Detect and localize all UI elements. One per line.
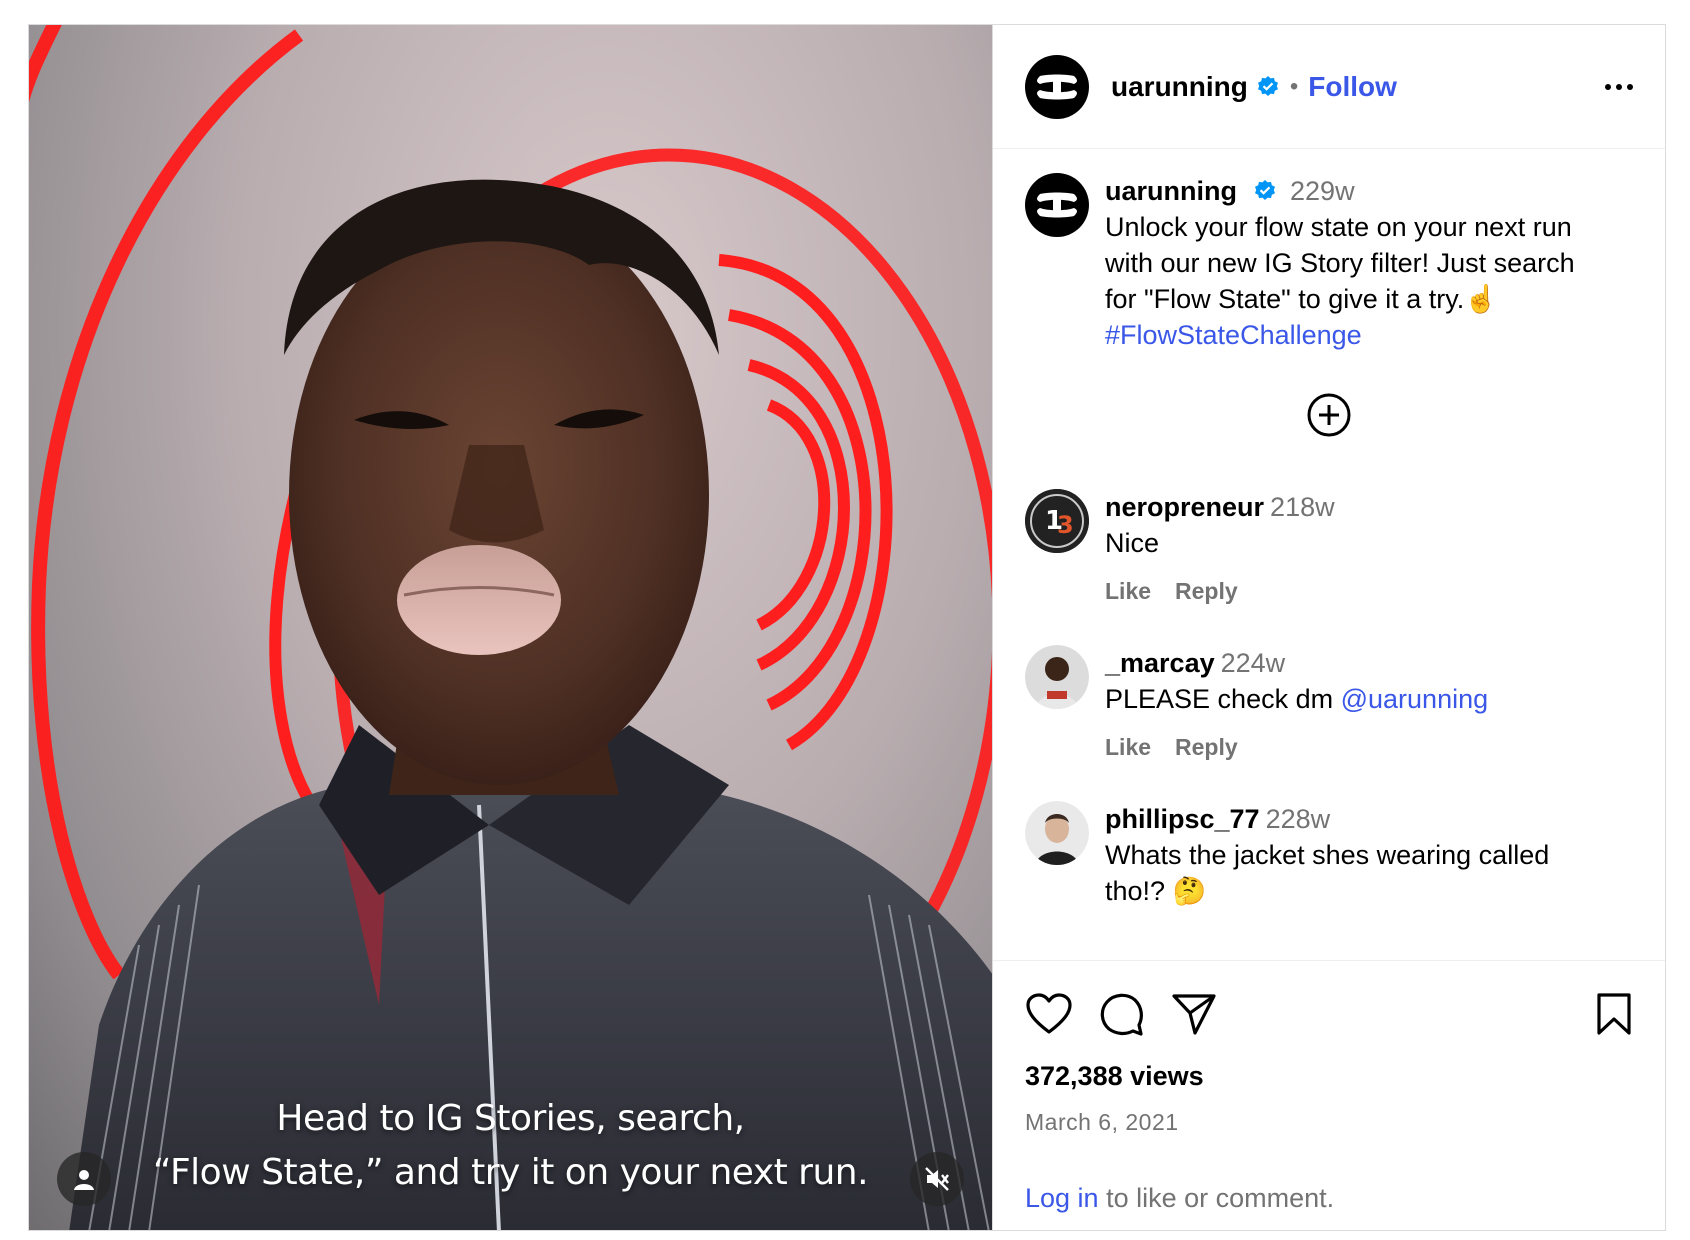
avatar[interactable] [1025, 645, 1089, 709]
share-button[interactable] [1171, 992, 1217, 1036]
reply-button[interactable]: Reply [1175, 573, 1238, 609]
caption-text: with our new IG Story filter! Just searc… [1105, 248, 1575, 278]
avatar[interactable]: 1 3 [1025, 489, 1089, 553]
share-icon [1172, 994, 1216, 1035]
comment-time[interactable]: 218w [1270, 492, 1335, 522]
mute-icon [925, 1167, 949, 1191]
like-button[interactable] [1025, 992, 1073, 1036]
like-comment-button[interactable]: Like [1105, 573, 1151, 609]
video-caption: Head to IG Stories, search, “Flow State,… [29, 1092, 992, 1200]
video-caption-line: “Flow State,” and try it on your next ru… [152, 1152, 869, 1193]
video-caption-line: Head to IG Stories, search, [276, 1098, 745, 1139]
author-username[interactable]: uarunning [1111, 71, 1248, 103]
like-comment-button[interactable]: Like [1105, 729, 1151, 765]
comment-text: PLEASE check dm [1105, 684, 1341, 714]
caption-text: for "Flow State" to give it a try.☝️ [1105, 284, 1498, 314]
tagged-users-button[interactable] [57, 1152, 111, 1206]
comment-icon [1100, 993, 1143, 1036]
comments-section[interactable]: uarunning 229w Unlock your flow state on… [993, 149, 1665, 960]
comment-body: phillipsc_77 228w Whats the jacket shes w… [1105, 801, 1549, 909]
comment: 1 3 neropreneur 218w Nice Like Reply [1025, 489, 1633, 609]
caption-body: uarunning 229w Unlock your flow state on… [1105, 173, 1575, 353]
load-more-comments-button[interactable] [1305, 391, 1353, 444]
separator-dot: • [1289, 72, 1299, 100]
post-footer: 372,388 views March 6, 2021 Log in to li… [993, 960, 1665, 1230]
avatar[interactable] [1025, 801, 1089, 865]
comment-username[interactable]: neropreneur [1105, 492, 1264, 522]
comment-button[interactable] [1099, 991, 1145, 1037]
bookmark-icon [1597, 993, 1631, 1035]
caption-text: Unlock your flow state on your next run [1105, 212, 1572, 242]
instagram-post: Head to IG Stories, search, “Flow State,… [28, 24, 1666, 1231]
verified-icon [1253, 179, 1277, 203]
comment-body: _marcay 224w PLEASE check dm @uarunning L… [1105, 645, 1488, 765]
post-caption: uarunning 229w Unlock your flow state on… [1025, 173, 1633, 353]
post-side-panel: uarunning • Follow uarunning 229w Unlock… [993, 25, 1665, 1230]
comment-text: tho!? 🤔 [1105, 876, 1207, 906]
more-icon [1605, 83, 1611, 90]
login-prompt-text: to like or comment. [1098, 1183, 1335, 1213]
under-armour-logo-icon [1037, 74, 1077, 99]
mute-button[interactable] [910, 1152, 964, 1206]
save-button[interactable] [1595, 992, 1633, 1036]
svg-text:3: 3 [1057, 511, 1074, 539]
reply-button[interactable]: Reply [1175, 729, 1238, 765]
comment-text: Nice [1105, 528, 1160, 558]
under-armour-logo-icon [1037, 192, 1077, 218]
caption-author[interactable]: uarunning [1105, 176, 1237, 206]
mention-link[interactable]: @uarunning [1341, 684, 1489, 714]
hashtag-link[interactable]: #FlowStateChallenge [1105, 317, 1575, 353]
heart-icon [1026, 993, 1072, 1034]
follow-button[interactable]: Follow [1308, 71, 1397, 103]
comment-text: Whats the jacket shes wearing called [1105, 840, 1550, 870]
view-count[interactable]: 372,388 views [1025, 1061, 1204, 1092]
avatar[interactable] [1025, 173, 1089, 237]
post-date[interactable]: March 6, 2021 [1025, 1109, 1179, 1136]
verified-icon [1256, 75, 1280, 99]
avatar[interactable] [1025, 54, 1089, 119]
more-options-button[interactable] [1605, 83, 1633, 90]
comment: _marcay 224w PLEASE check dm @uarunning L… [1025, 645, 1633, 765]
user-icon [74, 1170, 94, 1190]
video-frame [29, 25, 992, 1230]
add-circle-icon [1307, 393, 1351, 437]
login-prompt: Log in to like or comment. [1025, 1183, 1334, 1214]
comment-body: neropreneur 218w Nice Like Reply [1105, 489, 1335, 609]
avatar-image [1025, 801, 1089, 865]
avatar-image [1025, 645, 1089, 709]
comment-username[interactable]: phillipsc_77 [1105, 804, 1260, 834]
login-link[interactable]: Log in [1025, 1183, 1099, 1213]
avatar-image: 1 3 [1025, 489, 1089, 553]
comment: phillipsc_77 228w Whats the jacket shes w… [1025, 801, 1633, 909]
comment-username[interactable]: _marcay [1105, 648, 1215, 678]
action-bar [1025, 989, 1633, 1039]
post-video[interactable]: Head to IG Stories, search, “Flow State,… [29, 25, 993, 1230]
post-header: uarunning • Follow [993, 25, 1665, 149]
comment-time[interactable]: 224w [1221, 648, 1286, 678]
comment-time[interactable]: 228w [1266, 804, 1331, 834]
caption-time[interactable]: 229w [1290, 176, 1355, 206]
